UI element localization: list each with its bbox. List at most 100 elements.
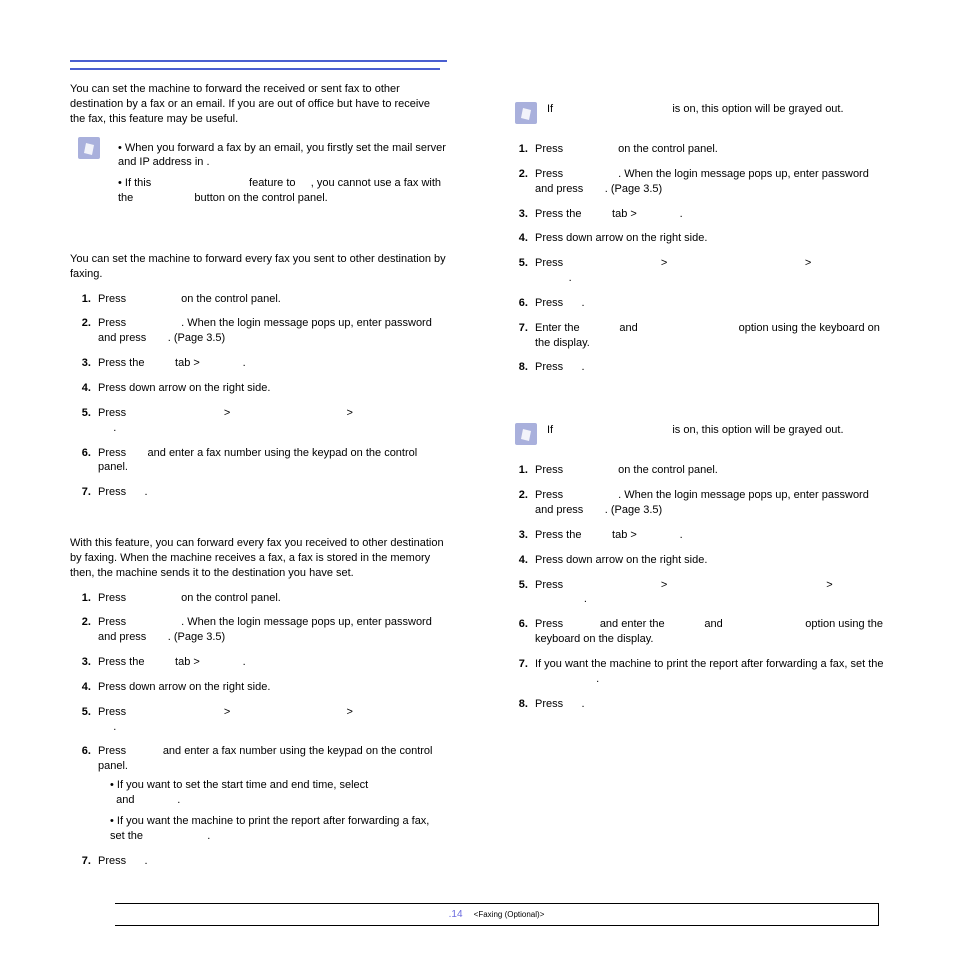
txt: button on the control panel. [194, 192, 327, 204]
note-box-3: If is on, this option will be grayed out… [515, 423, 884, 445]
txt: on the control panel. [181, 592, 281, 604]
txt: . [243, 357, 246, 369]
note-icon [515, 102, 537, 124]
txt: . [680, 529, 683, 541]
step: Press . [531, 296, 884, 311]
txt: tab > [175, 357, 200, 369]
recv-fwd-steps: Press on the control panel. Press . When… [70, 591, 447, 869]
txt: . [680, 208, 683, 220]
step: Press down arrow on the right side. [94, 381, 447, 396]
txt: If [547, 424, 553, 436]
intro-text: You can set the machine to forward the r… [70, 82, 447, 127]
txt: and [619, 322, 637, 334]
txt: When you forward a fax by an email, you … [118, 142, 446, 169]
txt: . When the login message pops up, enter … [98, 616, 432, 643]
step: Press down arrow on the right side. [94, 680, 447, 695]
step: Press down arrow on the right side. [531, 231, 884, 246]
txt: . [569, 272, 572, 284]
txt: Press [535, 698, 563, 710]
step: Press and enter a fax number using the k… [94, 446, 447, 476]
txt: . (Page 3.5) [605, 504, 662, 516]
step: Press . [94, 854, 447, 869]
step: Press > > . [531, 578, 884, 608]
txt: > [224, 706, 230, 718]
txt: > [826, 579, 832, 591]
txt: Press [535, 168, 563, 180]
txt: . [584, 593, 587, 605]
txt: tab > [612, 529, 637, 541]
recv-fwd-intro: With this feature, you can forward every… [70, 536, 447, 581]
txt: and enter the [600, 618, 665, 630]
step: Press the tab > . [531, 528, 884, 543]
txt: is on, this option will be grayed out. [672, 103, 843, 115]
txt: Press [98, 855, 126, 867]
txt: Press [98, 447, 126, 459]
txt: on the control panel. [181, 293, 281, 305]
txt: Press [98, 706, 126, 718]
txt: Press [535, 297, 563, 309]
txt: . [144, 855, 147, 867]
txt: . [581, 361, 584, 373]
txt: . When the login message pops up, enter … [535, 168, 869, 195]
txt: Press the [98, 656, 144, 668]
txt: tab > [175, 656, 200, 668]
txt: > [805, 257, 811, 269]
step: Press . When the login message pops up, … [94, 615, 447, 645]
rule-sub [70, 68, 440, 70]
txt: . When the login message pops up, enter … [535, 489, 869, 516]
txt: . [581, 698, 584, 710]
sub-bullet: If you want to set the start time and en… [106, 778, 447, 808]
txt: > [224, 407, 230, 419]
subheading-send-forward [70, 230, 447, 242]
txt: . [206, 156, 209, 168]
note-bullet-1: When you forward a fax by an email, you … [118, 141, 447, 171]
txt: feature to [249, 177, 295, 189]
txt: . [207, 830, 210, 842]
step: Press and enter the and option using the… [531, 617, 884, 647]
note-text: If is on, this option will be grayed out… [547, 102, 884, 117]
note-icon [515, 423, 537, 445]
txt: . [144, 486, 147, 498]
txt: Press [535, 464, 563, 476]
step: Press > > . [531, 256, 884, 286]
page-number: .14 [449, 909, 463, 920]
txt: Press [98, 592, 126, 604]
txt: > [347, 407, 353, 419]
note-icon [78, 137, 100, 159]
step: Press > > . [94, 406, 447, 436]
step: Press down arrow on the right side. [531, 553, 884, 568]
step: Press . When the login message pops up, … [531, 167, 884, 197]
txt: Press [98, 616, 126, 628]
step: Press on the control panel. [94, 591, 447, 606]
step: Press and enter a fax number using the k… [94, 744, 447, 843]
txt: . (Page 3.5) [605, 183, 662, 195]
send-fwd-intro: You can set the machine to forward every… [70, 252, 447, 282]
txt: . [177, 794, 180, 806]
txt: Press [98, 317, 126, 329]
txt: Press [98, 407, 126, 419]
txt: Press [98, 745, 126, 757]
step: Press . [94, 485, 447, 500]
send-fwd-steps: Press on the control panel. Press . When… [70, 292, 447, 500]
step: Press . [531, 697, 884, 712]
step: If you want the machine to print the rep… [531, 657, 884, 687]
txt: If you want the machine to print the rep… [535, 658, 884, 670]
txt: . When the login message pops up, enter … [98, 317, 432, 344]
txt: on the control panel. [618, 143, 718, 155]
email-send-steps: Press on the control panel. Press . When… [507, 142, 884, 375]
txt: and [704, 618, 722, 630]
sub-bullet: If you want the machine to print the rep… [106, 814, 447, 844]
note-bullet-2: If this feature to , you cannot use a fa… [118, 176, 447, 206]
txt: > [661, 579, 667, 591]
txt: Press the [535, 529, 581, 541]
txt: Press [535, 618, 563, 630]
txt: and [116, 794, 134, 806]
step: Press > > . [94, 705, 447, 735]
step: Press on the control panel. [94, 292, 447, 307]
left-column: You can set the machine to forward the r… [70, 60, 447, 882]
txt: If [547, 103, 553, 115]
txt: and enter a fax number using the keypad … [98, 745, 433, 772]
txt: Press the [535, 208, 581, 220]
txt: . [581, 297, 584, 309]
step: Press . [531, 360, 884, 375]
